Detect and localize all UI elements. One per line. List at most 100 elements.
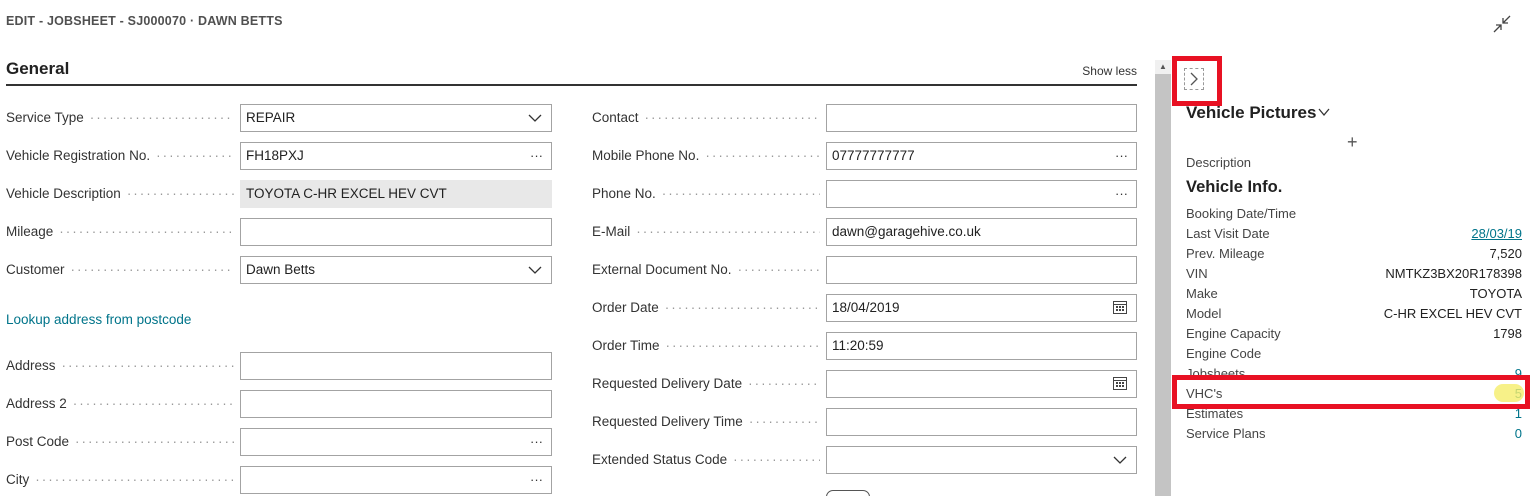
toggle-switch[interactable] <box>826 490 870 496</box>
field-value: FH18PXJ <box>246 148 304 163</box>
dot-leader: ········································… <box>59 224 234 239</box>
vehicle-description-input: TOYOTA C-HR EXCEL HEV CVT <box>240 180 552 208</box>
vehicle-info-value[interactable]: 28/03/19 <box>1471 226 1522 241</box>
chevron-down-icon[interactable] <box>527 257 543 283</box>
dot-leader: ········································… <box>70 262 234 277</box>
field-label: External Document No. ···················… <box>592 256 820 284</box>
vehicle-info-key: Booking Date/Time <box>1186 206 1297 221</box>
mobile-phone-no-input[interactable]: 07777777777 ··· <box>826 142 1137 170</box>
vehicle-info-key: Prev. Mileage <box>1186 246 1265 261</box>
vertical-scrollbar[interactable]: ▲ <box>1155 60 1171 496</box>
address-input[interactable] <box>240 352 552 380</box>
field-label: Vehicle Registration No. ················… <box>6 142 234 170</box>
dot-leader: ········································… <box>665 338 820 353</box>
post-code-input[interactable]: ··· <box>240 428 552 456</box>
vehicle-pictures-heading[interactable]: Vehicle Pictures <box>1186 103 1316 123</box>
contact-input[interactable] <box>826 104 1137 132</box>
calendar-icon[interactable] <box>1112 371 1128 397</box>
scroll-up-arrow-icon[interactable]: ▲ <box>1159 62 1167 71</box>
field-label: Order Date ······························… <box>592 294 820 322</box>
lookup-ellipsis-icon[interactable]: ··· <box>1115 143 1128 169</box>
field-label: Requested Delivery Time ·················… <box>592 408 820 436</box>
page-title: EDIT - JOBSHEET - SJ000070 · DAWN BETTS <box>6 14 283 28</box>
vehicle-info-row-estimates: Estimates 1 <box>1186 406 1522 426</box>
scroll-thumb[interactable] <box>1155 74 1171 496</box>
city-input[interactable]: ··· <box>240 466 552 494</box>
field-label-text: Order Time <box>592 338 660 353</box>
vehicle-info-value: TOYOTA <box>1469 286 1522 301</box>
field-label: City ····································… <box>6 466 234 494</box>
chevron-down-icon[interactable] <box>1112 447 1128 473</box>
vehicle-info-key: Engine Code <box>1186 346 1262 361</box>
vehicle-info-row-make: Make TOYOTA <box>1186 286 1522 306</box>
vehicle-info-key: Engine Capacity <box>1186 326 1281 341</box>
field-label: Vehicle Description ·····················… <box>6 180 234 208</box>
dot-leader: ········································… <box>126 186 234 201</box>
dot-leader: ········································… <box>35 472 234 487</box>
description-label: Description <box>1186 155 1252 170</box>
dot-leader: ········································… <box>75 434 234 449</box>
vehicle-info-row-booking-date-time: Booking Date/Time <box>1186 206 1522 226</box>
lookup-ellipsis-icon[interactable]: ··· <box>530 143 543 169</box>
dot-leader: ········································… <box>705 148 820 163</box>
lookup-address-link[interactable]: Lookup address from postcode <box>6 312 191 327</box>
vehicle-info-row-prev-mileage: Prev. Mileage 7,520 <box>1186 246 1522 266</box>
e-mail-input[interactable]: dawn@garagehive.co.uk <box>826 218 1137 246</box>
field-label: Extended Status Code ····················… <box>592 446 820 474</box>
phone-no-input[interactable]: ··· <box>826 180 1137 208</box>
vehicle-info-value: NMTKZ3BX20R178398 <box>1385 266 1522 281</box>
field-label-text: Requested Delivery Date <box>592 376 743 391</box>
dot-leader: ········································… <box>644 110 820 125</box>
chevron-down-icon[interactable] <box>527 105 543 131</box>
field-label-text: Phone No. <box>592 186 656 201</box>
vehicle-info-value: 7,520 <box>1489 246 1522 261</box>
dot-leader: ········································… <box>748 376 820 391</box>
add-picture-icon[interactable]: + <box>1347 132 1358 153</box>
vehicle-info-row-engine-code: Engine Code <box>1186 346 1522 366</box>
mileage-input[interactable] <box>240 218 552 246</box>
requested-delivery-time-input[interactable] <box>826 408 1137 436</box>
service-type-input[interactable]: REPAIR <box>240 104 552 132</box>
field-label-text: Order Date <box>592 300 659 315</box>
calendar-icon[interactable] <box>1112 295 1128 321</box>
field-label-text: Contact <box>592 110 639 125</box>
field-label: Requested Delivery Date ·················… <box>592 370 820 398</box>
dot-leader: ········································… <box>72 396 234 411</box>
vehicle-info-key: Model <box>1186 306 1222 321</box>
requested-delivery-date-input[interactable] <box>826 370 1137 398</box>
extended-status-code-input[interactable] <box>826 446 1137 474</box>
field-label: Contact ·································… <box>592 104 820 132</box>
chevron-down-icon[interactable] <box>1316 104 1332 120</box>
vehicle-registration-no-input[interactable]: FH18PXJ ··· <box>240 142 552 170</box>
collapse-arrows-icon[interactable] <box>1490 12 1514 36</box>
field-label-text: Vehicle Registration No. <box>6 148 151 163</box>
vehicle-info-value[interactable]: 0 <box>1515 426 1522 441</box>
field-label-text: Mileage <box>6 224 54 239</box>
annotation-box-toggle <box>1172 56 1222 106</box>
field-value: TOYOTA C-HR EXCEL HEV CVT <box>246 186 447 201</box>
dot-leader: ········································… <box>156 148 234 163</box>
field-label: Mileage ·································… <box>6 218 234 246</box>
dot-leader: ········································… <box>664 300 820 315</box>
field-label-text: Extended Status Code <box>592 452 728 467</box>
dot-leader: ········································… <box>89 110 234 125</box>
lookup-ellipsis-icon[interactable]: ··· <box>1115 181 1128 207</box>
field-label: Address 2 ·······························… <box>6 390 234 418</box>
show-less-link[interactable]: Show less <box>1082 64 1137 78</box>
address-2-input[interactable] <box>240 390 552 418</box>
vehicle-info-row-last-visit-date: Last Visit Date 28/03/19 <box>1186 226 1522 246</box>
vehicle-info-row-service-plans: Service Plans 0 <box>1186 426 1522 446</box>
customer-input[interactable]: Dawn Betts <box>240 256 552 284</box>
field-value: dawn@garagehive.co.uk <box>832 224 981 239</box>
lookup-ellipsis-icon[interactable]: ··· <box>530 467 543 493</box>
section-divider <box>6 84 1137 86</box>
field-label: Customer ································… <box>6 256 234 284</box>
lookup-ellipsis-icon[interactable]: ··· <box>530 429 543 455</box>
external-document-no-input[interactable] <box>826 256 1137 284</box>
field-label: Post Code ·······························… <box>6 428 234 456</box>
field-label-text: Address 2 <box>6 396 67 411</box>
dot-leader: ········································… <box>737 262 820 277</box>
order-date-input[interactable]: 18/04/2019 <box>826 294 1137 322</box>
order-time-input[interactable]: 11:20:59 <box>826 332 1137 360</box>
field-label-text: Service Type <box>6 110 84 125</box>
